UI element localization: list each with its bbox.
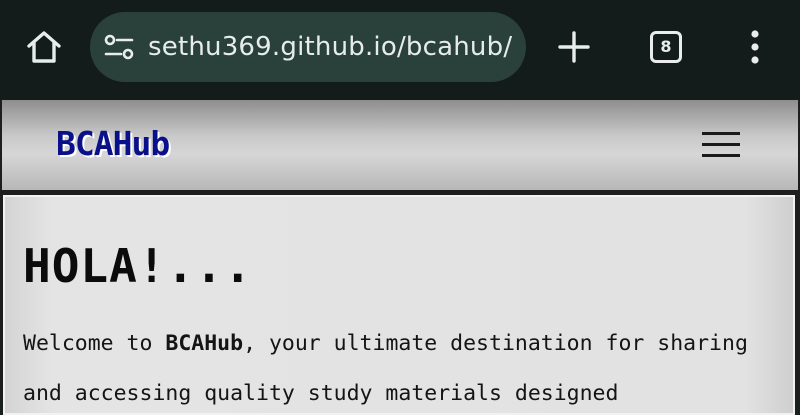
- tab-switcher-button[interactable]: 8: [647, 28, 685, 66]
- home-icon: [27, 31, 61, 63]
- home-button[interactable]: [18, 24, 70, 70]
- page-heading: HOLA!...: [23, 239, 253, 293]
- tab-switcher-icon: 8: [650, 31, 682, 63]
- tune-icon[interactable]: [104, 34, 134, 60]
- welcome-card: HOLA!... Welcome to BCAHub, your ultimat…: [3, 195, 795, 415]
- hamburger-line: [702, 143, 740, 146]
- site-logo[interactable]: BCAHub: [56, 124, 170, 163]
- hamburger-line: [702, 132, 740, 135]
- plus-icon: [558, 31, 590, 63]
- browser-menu-button[interactable]: [738, 25, 772, 69]
- browser-toolbar: sethu369.github.io/bcahub/ 8: [0, 0, 800, 100]
- intro-paragraph: Welcome to BCAHub, your ultimate destina…: [23, 319, 791, 413]
- site-navbar: BCAHub: [2, 100, 798, 190]
- url-text: sethu369.github.io/bcahub/: [148, 32, 513, 62]
- web-page: BCAHub HOLA!... Welcome to BCAHub, your …: [0, 100, 800, 415]
- hamburger-line: [702, 154, 740, 157]
- intro-line2: and accessing quality study materials de…: [23, 381, 619, 406]
- intro-brand: BCAHub: [165, 331, 244, 356]
- intro-line1-rest: , your ultimate destination for sharing: [243, 331, 748, 356]
- tab-count: 8: [660, 37, 672, 56]
- address-bar[interactable]: sethu369.github.io/bcahub/: [90, 12, 526, 82]
- more-vert-icon: [751, 30, 759, 64]
- hamburger-icon[interactable]: [702, 130, 742, 160]
- new-tab-button[interactable]: [552, 25, 596, 69]
- intro-lead: Welcome to: [23, 331, 166, 356]
